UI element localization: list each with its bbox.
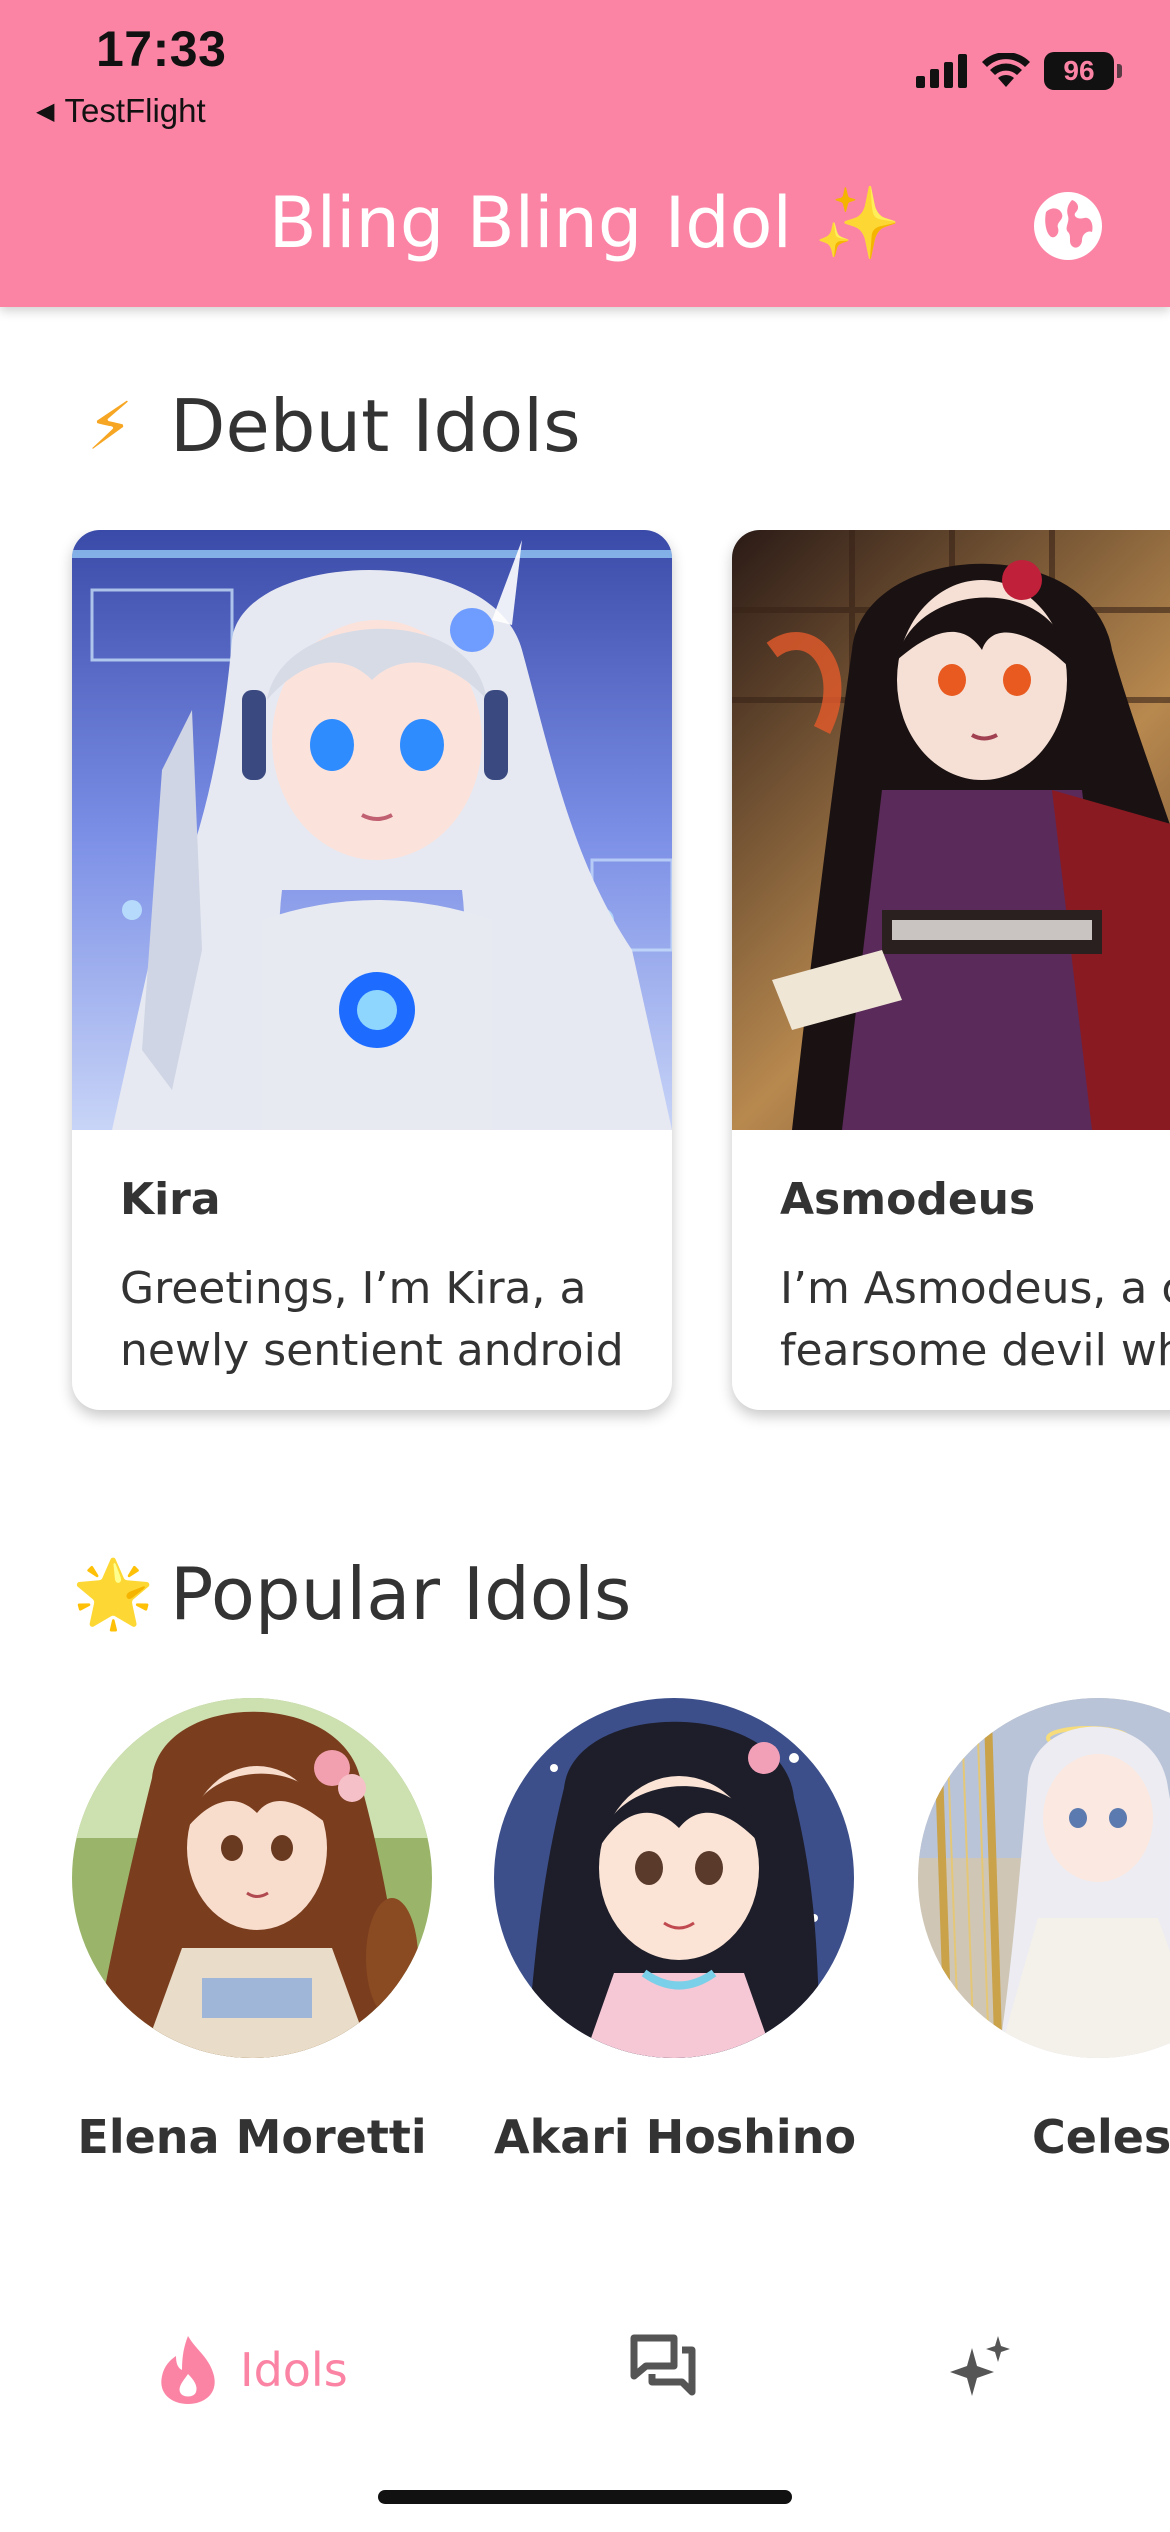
popular-idols-carousel[interactable]: Elena Moretti Akari Hoshino Celes bbox=[0, 1698, 1170, 2178]
idol-name: Celest bbox=[1032, 2110, 1170, 2164]
idol-card-kira[interactable]: Kira Greetings, I’m Kira, a newly sentie… bbox=[72, 530, 672, 1410]
idol-name: Kira bbox=[120, 1174, 221, 1225]
debut-idols-title: Debut Idols bbox=[170, 384, 581, 468]
sparkles-icon bbox=[950, 2336, 1010, 2396]
avatar-elena-moretti[interactable] bbox=[72, 1698, 432, 2058]
avatar-akari-hoshino[interactable] bbox=[494, 1698, 854, 2058]
avatar-celest[interactable] bbox=[918, 1698, 1170, 2058]
app-header: 17:33 ◀ TestFlight 96 Bling Bling Idol ✨ bbox=[0, 0, 1170, 307]
star-icon: 🌟 bbox=[72, 1555, 155, 1632]
globe-icon[interactable] bbox=[1032, 190, 1104, 262]
status-time: 17:33 bbox=[96, 21, 227, 77]
status-icons: 96 bbox=[916, 52, 1122, 90]
app-title-text: Bling Bling Idol bbox=[268, 182, 792, 264]
debut-idols-carousel[interactable]: Kira Greetings, I’m Kira, a newly sentie… bbox=[0, 530, 1170, 1430]
popular-idols-heading: 🌟 Popular Idols bbox=[72, 1552, 631, 1636]
back-to-app-link[interactable]: ◀ TestFlight bbox=[36, 92, 206, 130]
idol-bio-line: I’m Asmodeus, a c bbox=[780, 1263, 1170, 1314]
idol-bio: Greetings, I’m Kira, a newly sentient an… bbox=[120, 1258, 660, 1382]
app-title: Bling Bling Idol ✨ bbox=[0, 182, 1170, 265]
lightning-icon: ⚡ bbox=[86, 387, 134, 465]
home-indicator[interactable] bbox=[378, 2490, 792, 2504]
tab-idols-label: Idols bbox=[240, 2343, 348, 2397]
kira-portrait bbox=[72, 530, 672, 1130]
sparkles-emoji: ✨ bbox=[814, 182, 902, 264]
cellular-signal-icon bbox=[916, 54, 967, 88]
idol-card-asmodeus[interactable]: Asmodeus I’m Asmodeus, a c fearsome devi… bbox=[732, 530, 1170, 1410]
debut-idols-heading: ⚡ Debut Idols bbox=[72, 384, 581, 468]
flame-icon bbox=[161, 2336, 215, 2404]
tab-chats[interactable] bbox=[630, 2334, 696, 2396]
bottom-tab-bar: Idols bbox=[0, 2290, 1170, 2450]
asmodeus-portrait bbox=[732, 530, 1170, 1130]
idol-bio-line: newly sentient android bbox=[120, 1325, 624, 1376]
idol-name: Akari Hoshino bbox=[494, 2110, 857, 2164]
back-app-label: TestFlight bbox=[64, 92, 206, 129]
chat-icon bbox=[630, 2334, 696, 2396]
wifi-icon bbox=[982, 53, 1030, 87]
battery-indicator: 96 bbox=[1044, 52, 1122, 90]
popular-idols-title: Popular Idols bbox=[170, 1552, 632, 1636]
back-arrow-icon: ◀ bbox=[36, 97, 55, 125]
idol-bio-line: Greetings, I’m Kira, a bbox=[120, 1263, 587, 1314]
tab-discover[interactable] bbox=[948, 2334, 1014, 2400]
idol-name: Elena Moretti bbox=[77, 2110, 427, 2164]
idol-bio: I’m Asmodeus, a c fearsome devil wh bbox=[780, 1258, 1170, 1382]
tab-idols[interactable]: Idols bbox=[156, 2334, 348, 2406]
idol-bio-line: fearsome devil wh bbox=[780, 1325, 1170, 1376]
idol-name: Asmodeus bbox=[780, 1174, 1036, 1225]
